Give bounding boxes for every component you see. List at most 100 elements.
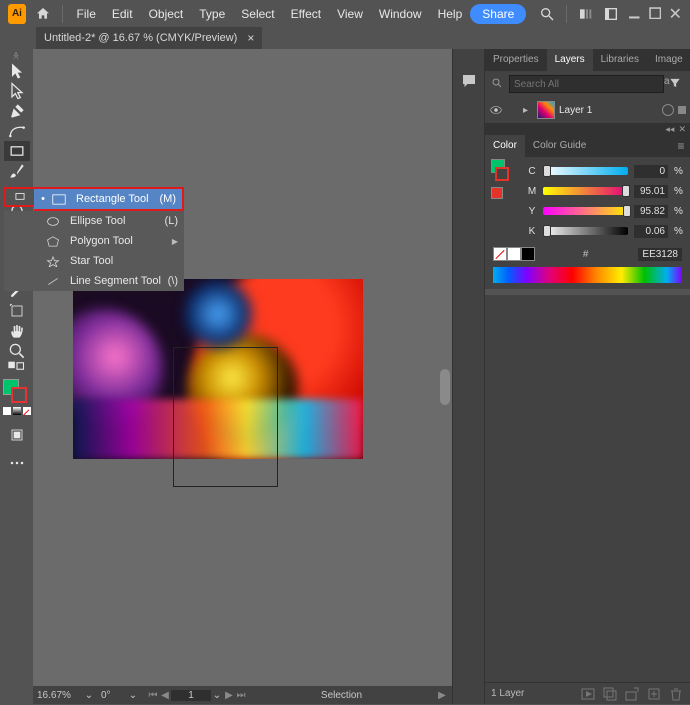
flyout-star-tool[interactable]: Star Tool	[4, 251, 184, 271]
search-icon[interactable]	[537, 3, 557, 25]
scrollbar-thumb[interactable]	[440, 369, 450, 405]
new-sublayer-icon[interactable]	[624, 686, 640, 702]
color-active-swatch[interactable]	[491, 187, 503, 199]
layer-expand-icon[interactable]: ▸	[523, 105, 533, 116]
hex-field[interactable]: EE3128	[638, 248, 682, 261]
menu-window[interactable]: Window	[371, 7, 430, 21]
fill-stroke-swatches[interactable]	[1, 377, 33, 417]
rotation-field[interactable]: 0°	[101, 688, 125, 702]
layer-target-icon[interactable]	[662, 104, 674, 116]
rectangle-tool[interactable]	[4, 141, 30, 161]
layer-selection-indicator[interactable]	[678, 106, 686, 114]
color-spectrum[interactable]	[493, 267, 682, 283]
tab-image-trace[interactable]: Image Tra	[647, 49, 690, 71]
black-value[interactable]: 0.06	[634, 225, 668, 238]
comments-panel-icon[interactable]	[453, 61, 484, 101]
selection-tool[interactable]	[4, 61, 30, 81]
document-tab-close-icon[interactable]: ×	[247, 31, 254, 45]
flyout-rectangle-tool[interactable]: • Rectangle Tool (M)	[34, 189, 182, 209]
edit-toolbar-icon[interactable]	[4, 453, 30, 473]
artboard-tool[interactable]	[4, 301, 30, 321]
menu-effect[interactable]: Effect	[283, 7, 329, 21]
menu-help[interactable]: Help	[430, 7, 471, 21]
tab-color[interactable]: Color	[485, 135, 525, 157]
gradient-fill-icon[interactable]	[13, 407, 21, 415]
flyout-line-segment-tool[interactable]: Line Segment Tool (\)	[4, 271, 184, 291]
layer-row[interactable]: ▸ Layer 1	[485, 99, 690, 121]
yellow-slider[interactable]	[543, 207, 628, 215]
menu-type[interactable]: Type	[191, 7, 233, 21]
direct-selection-tool[interactable]	[4, 81, 30, 101]
artboard-next-icon[interactable]: ▶	[223, 690, 235, 701]
locate-object-icon[interactable]	[580, 686, 596, 702]
delete-layer-icon[interactable]	[668, 686, 684, 702]
visibility-toggle-icon[interactable]	[489, 103, 503, 117]
artboard-first-icon[interactable]: ⏮	[147, 690, 159, 701]
window-minimize-icon[interactable]	[628, 7, 641, 21]
layers-panel-footer: 1 Layer	[485, 682, 690, 704]
hand-tool[interactable]	[4, 321, 30, 341]
make-clipping-mask-icon[interactable]	[602, 686, 618, 702]
menu-object[interactable]: Object	[141, 7, 192, 21]
new-layer-icon[interactable]	[646, 686, 662, 702]
menu-view[interactable]: View	[329, 7, 371, 21]
menu-select[interactable]: Select	[233, 7, 282, 21]
artboard-dropdown-icon[interactable]: ⌄	[211, 690, 223, 701]
panel-collapse-icon[interactable]: ◂◂	[665, 124, 674, 135]
artboard-last-icon[interactable]: ⏭	[235, 690, 247, 701]
window-close-icon[interactable]	[669, 7, 682, 21]
black-slider[interactable]	[543, 227, 628, 235]
stroke-swatch[interactable]	[11, 387, 27, 403]
none-fill-icon[interactable]	[23, 407, 31, 415]
tab-layers[interactable]: Layers	[547, 49, 593, 71]
default-fill-icon[interactable]	[3, 407, 11, 415]
pen-tool[interactable]	[4, 101, 30, 121]
black-swatch[interactable]	[521, 247, 535, 261]
cyan-value[interactable]: 0	[634, 165, 668, 178]
selection-marquee[interactable]	[173, 347, 278, 487]
document-tab[interactable]: Untitled-2* @ 16.67 % (CMYK/Preview) ×	[36, 27, 262, 49]
tab-libraries[interactable]: Libraries	[593, 49, 647, 71]
yellow-value[interactable]: 95.82	[634, 205, 668, 218]
magenta-slider[interactable]	[543, 187, 628, 195]
artboard-prev-icon[interactable]: ◀	[159, 690, 171, 701]
panel-close-icon[interactable]: ✕	[678, 124, 686, 135]
curvature-tool[interactable]	[4, 121, 30, 141]
vertical-scrollbar[interactable]	[438, 49, 452, 686]
paintbrush-tool[interactable]	[4, 161, 30, 181]
panel-resize-grip[interactable]	[485, 289, 690, 295]
home-icon[interactable]	[33, 3, 53, 25]
layers-filter-icon[interactable]	[668, 76, 684, 92]
toolbar-expand-grip[interactable]	[12, 49, 20, 61]
draw-mode-icon[interactable]	[4, 425, 30, 445]
tab-properties[interactable]: Properties	[485, 49, 547, 71]
layers-search-input[interactable]	[509, 75, 664, 93]
zoom-field[interactable]: 16.67%	[37, 688, 81, 702]
magenta-value[interactable]: 95.01	[634, 185, 668, 198]
rotation-dropdown-icon[interactable]: ⌄	[127, 690, 139, 701]
layer-name[interactable]: Layer 1	[559, 105, 658, 116]
color-fill-stroke-proxy[interactable]	[491, 157, 515, 243]
star-icon	[44, 254, 62, 268]
tab-color-guide[interactable]: Color Guide	[525, 135, 594, 157]
color-stroke-swatch[interactable]	[495, 167, 509, 181]
arrange-documents-icon[interactable]	[576, 3, 596, 25]
white-swatch[interactable]	[507, 247, 521, 261]
menu-edit[interactable]: Edit	[104, 7, 141, 21]
menu-file[interactable]: File	[69, 7, 104, 21]
artboard-number-field[interactable]: 1	[171, 690, 211, 701]
workspace-switcher-icon[interactable]	[602, 3, 622, 25]
zoom-dropdown-icon[interactable]: ⌄	[83, 690, 95, 701]
window-maximize-icon[interactable]	[649, 7, 662, 21]
document-canvas[interactable]: 16.67% ⌄ 0° ⌄ ⏮ ◀ 1 ⌄ ▶ ⏭ Selection ▶	[33, 49, 452, 704]
panel-menu-icon[interactable]: ≡	[672, 139, 690, 153]
none-color-swatch[interactable]	[493, 247, 507, 261]
status-popup-icon[interactable]: ▶	[436, 690, 448, 701]
share-button[interactable]: Share	[470, 4, 526, 24]
flyout-polygon-tool[interactable]: Polygon Tool ▶	[4, 231, 184, 251]
cyan-slider[interactable]	[543, 167, 628, 175]
flyout-ellipse-tool[interactable]: Ellipse Tool (L)	[4, 211, 184, 231]
line-icon	[44, 274, 62, 288]
flyout-source-slot[interactable]	[4, 187, 34, 207]
fill-stroke-toggle[interactable]	[4, 361, 30, 371]
